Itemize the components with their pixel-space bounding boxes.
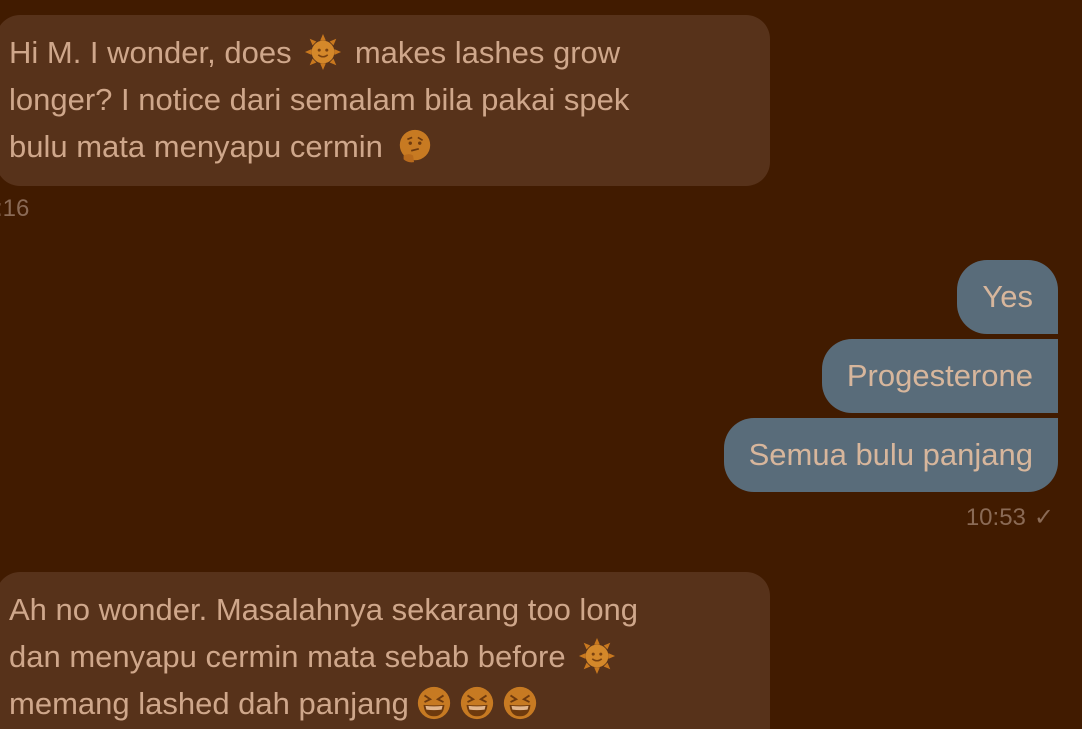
message-text: Yes xyxy=(982,279,1033,314)
outgoing-message-bubble[interactable]: Progesterone xyxy=(821,339,1058,413)
laughing-face-icon xyxy=(415,684,453,722)
message-timestamp-row: 10:53 ✓ xyxy=(966,503,1054,532)
message-text: Progesterone xyxy=(846,358,1033,393)
message-text: dan menyapu cermin mata sebab before xyxy=(9,639,566,674)
laughing-face-icon xyxy=(458,684,496,722)
message-text: bulu mata menyapu cermin xyxy=(9,129,383,164)
message-text: memang lashed dah panjang xyxy=(9,686,409,721)
message-line: Ah no wonder. Masalahnya sekarang too lo… xyxy=(9,592,639,627)
message-timestamp: :16 xyxy=(0,195,30,222)
sun-icon xyxy=(304,33,342,71)
message-line: longer? I notice dari semalam bila pakai… xyxy=(9,82,630,117)
message-text: Hi M. I wonder, does xyxy=(9,35,292,70)
incoming-message-bubble[interactable]: Hi M. I wonder, does makes lashes grow l… xyxy=(0,15,770,186)
outgoing-message-bubble[interactable]: Semua bulu panjang xyxy=(723,418,1058,492)
message-line: Hi M. I wonder, does makes lashes grow xyxy=(9,29,750,76)
thinking-face-icon xyxy=(396,127,434,165)
message-timestamp: 10:53 xyxy=(965,504,1026,531)
chat-view: Hi M. I wonder, does makes lashes grow l… xyxy=(0,0,1082,729)
sent-check-icon: ✓ xyxy=(1033,504,1054,531)
message-text: makes lashes grow xyxy=(354,35,621,70)
message-text: Semua bulu panjang xyxy=(748,437,1033,472)
laughing-face-icon xyxy=(501,684,539,722)
incoming-message-bubble[interactable]: Ah no wonder. Masalahnya sekarang too lo… xyxy=(0,572,770,729)
outgoing-message-bubble[interactable]: Yes xyxy=(957,260,1058,334)
message-line: dan menyapu cermin mata sebab before xyxy=(9,633,750,680)
message-line: bulu mata menyapu cermin xyxy=(9,123,750,170)
sun-icon xyxy=(578,637,616,675)
message-line: memang lashed dah panjang xyxy=(9,680,750,727)
